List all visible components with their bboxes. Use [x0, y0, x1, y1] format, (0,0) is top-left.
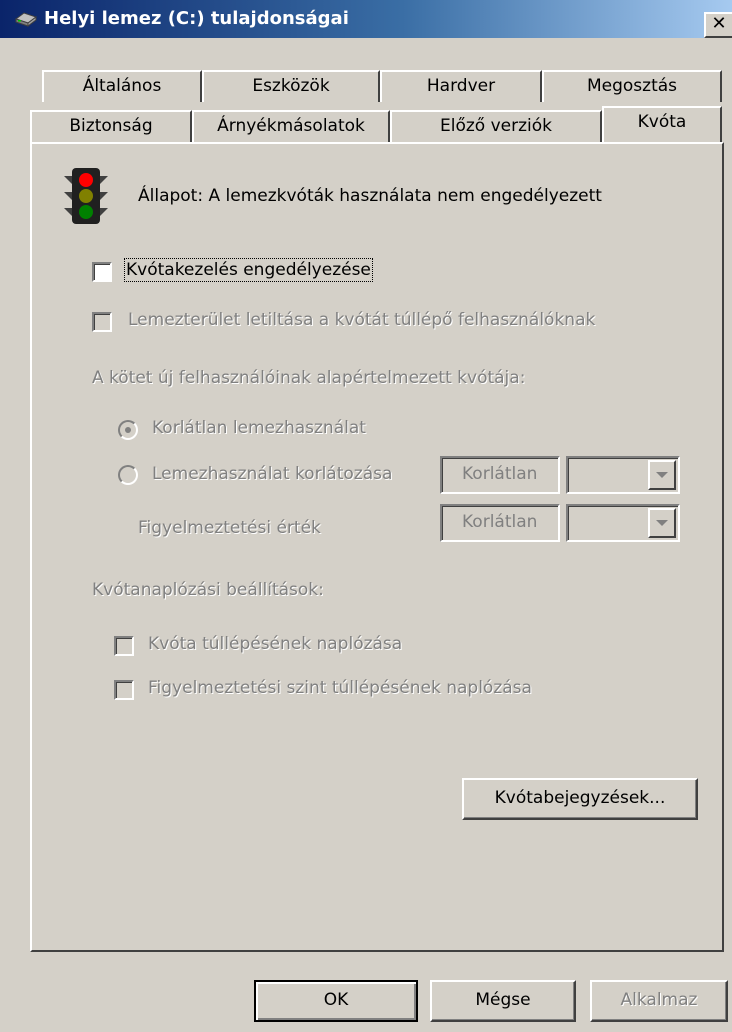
log-exceed-label: Kvóta túllépésének naplózása [148, 634, 403, 654]
tab-label: Biztonság [69, 116, 153, 136]
tab-shadow-copies[interactable]: Árnyékmásolatok [192, 110, 390, 142]
title-bar[interactable]: Helyi lemez (C:) tulajdonságai [0, 0, 732, 38]
tab-label: Kvóta [637, 112, 687, 132]
status-text: Állapot: A lemezkvóták használata nem en… [138, 186, 602, 206]
log-exceed-checkbox[interactable] [114, 636, 134, 656]
logging-heading: Kvótanaplózási beállítások: [92, 580, 324, 600]
tab-label: Hardver [426, 76, 496, 96]
limit-value: Korlátlan [462, 464, 538, 484]
quota-entries-label: Kvótabejegyzések... [494, 788, 666, 808]
window-title: Helyi lemez (C:) tulajdonságai [44, 8, 349, 29]
warning-value-field[interactable]: Korlátlan [440, 504, 560, 542]
tab-security[interactable]: Biztonság [30, 110, 192, 142]
unlimited-label: Korlátlan lemezhasználat [152, 418, 366, 438]
limit-unit-select[interactable] [566, 456, 680, 494]
limit-value-field[interactable]: Korlátlan [440, 456, 560, 494]
warning-value: Korlátlan [462, 512, 538, 532]
cancel-button[interactable]: Mégse [430, 980, 576, 1022]
radio-selected-dot [125, 427, 131, 433]
chevron-down-icon[interactable] [648, 508, 676, 538]
tab-quota[interactable]: Kvóta [602, 106, 722, 142]
deny-space-checkbox[interactable] [92, 312, 112, 332]
unlimited-radio[interactable] [118, 420, 138, 440]
chevron-down-icon[interactable] [648, 460, 676, 490]
log-warning-label: Figyelmeztetési szint túllépésének napló… [148, 678, 532, 698]
warning-label: Figyelmeztetési érték [138, 518, 321, 538]
drive-icon [14, 12, 38, 27]
tab-label: Árnyékmásolatok [217, 116, 365, 136]
close-button[interactable]: ✕ [704, 12, 732, 38]
deny-space-label: Lemezterület letiltása a kvótát túllépő … [128, 310, 596, 330]
quota-entries-button[interactable]: Kvótabejegyzések... [462, 778, 698, 820]
tab-tools[interactable]: Eszközök [202, 70, 380, 102]
apply-label: Alkalmaz [620, 990, 698, 1010]
traffic-light-icon [64, 168, 108, 224]
tab-hardware[interactable]: Hardver [380, 70, 542, 102]
enable-quota-checkbox[interactable] [92, 262, 112, 282]
limit-radio[interactable] [118, 465, 138, 485]
default-quota-heading: A kötet új felhasználóinak alapértelmeze… [92, 368, 526, 388]
log-warning-checkbox[interactable] [114, 680, 134, 700]
apply-button[interactable]: Alkalmaz [590, 980, 728, 1022]
warning-unit-select[interactable] [566, 504, 680, 542]
tab-sharing[interactable]: Megosztás [542, 70, 722, 102]
tab-general[interactable]: Általános [42, 70, 202, 102]
tab-label: Előző verziók [440, 116, 552, 136]
enable-quota-label[interactable]: Kvótakezelés engedélyezése [124, 258, 373, 282]
tab-previous-versions[interactable]: Előző verziók [390, 110, 602, 142]
ok-button[interactable]: OK [254, 980, 418, 1022]
ok-label: OK [323, 990, 349, 1010]
tab-label: Eszközök [252, 76, 330, 96]
tab-label: Általános [82, 76, 162, 96]
close-icon: ✕ [711, 13, 727, 34]
limit-label: Lemezhasználat korlátozása [152, 464, 393, 484]
properties-dialog: Helyi lemez (C:) tulajdonságai ✕ Általán… [0, 0, 732, 1032]
tab-label: Megosztás [586, 76, 678, 96]
cancel-label: Mégse [475, 990, 531, 1010]
